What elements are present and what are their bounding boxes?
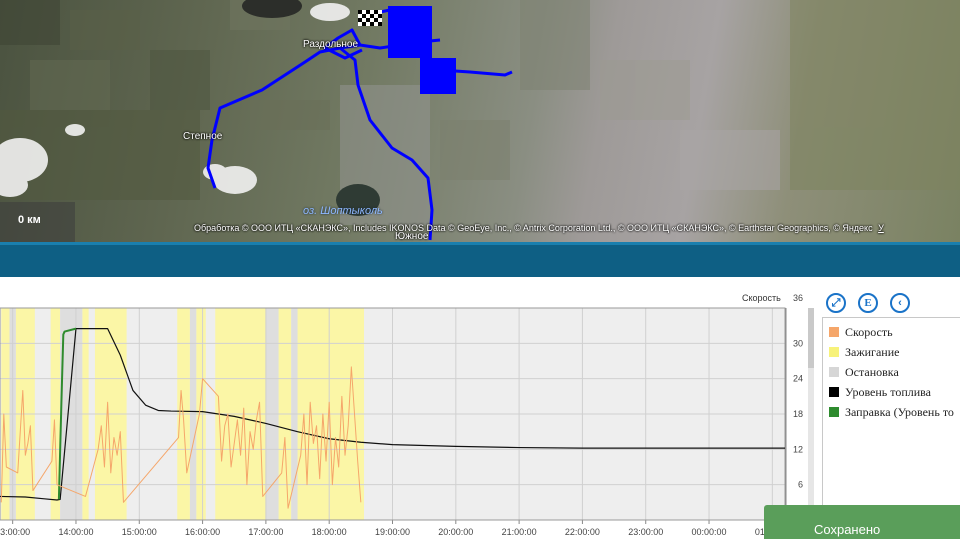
x-tick-label: 00:00:00 [692, 527, 727, 537]
attribution-link[interactable]: У [878, 223, 884, 233]
legend-swatch [829, 387, 839, 397]
legend-swatch [829, 407, 839, 417]
y-tick-label: 18 [793, 409, 803, 419]
x-tick-label: 20:00:00 [438, 527, 473, 537]
legend-label: Остановка [845, 364, 899, 379]
saved-toast: Сохранено [764, 505, 960, 539]
chevron-left-icon: ‹ [898, 297, 902, 309]
legend-item[interactable]: Зажигание [829, 342, 960, 362]
legend-label: Скорость [845, 324, 893, 339]
y-tick-label: 30 [793, 338, 803, 348]
finish-flag-icon[interactable] [358, 10, 382, 26]
field-patches [0, 0, 960, 225]
place-label-razdolnoe: Раздольное [303, 39, 359, 50]
y-tick-label: 24 [793, 374, 803, 384]
legend-swatch [829, 327, 839, 337]
legend-item[interactable]: Остановка [829, 362, 960, 382]
x-tick-label: 19:00:00 [375, 527, 410, 537]
speed-axis-title: Скорость [742, 293, 781, 303]
map-attribution: Обработка © ООО ИТЦ «СКАНЭКС», Includes … [194, 223, 884, 233]
attribution-text: Обработка © ООО ИТЦ «СКАНЭКС», Includes … [194, 223, 873, 233]
lake-label: оз. Шоптыколь [303, 205, 383, 217]
back-button[interactable]: ‹ [890, 293, 910, 313]
expand-icon: ⤢ [831, 296, 841, 309]
app-root: Раздольное Степное Южное оз. Шоптыколь 0… [0, 0, 960, 539]
legend-item[interactable]: Уровень топлива [829, 382, 960, 402]
legend-label: Зажигание [845, 344, 900, 359]
y-tick-label: 6 [798, 480, 803, 490]
legend-item[interactable]: Заправка (Уровень то [829, 402, 960, 422]
y-tick-label: 36 [793, 293, 803, 303]
chart-canvas[interactable]: 13:00:00 14:00:00 15:00:00 16:00:00 17:00:00… [0, 277, 960, 539]
route-dense-area[interactable] [388, 6, 456, 94]
place-label-stepnoe: Степное [183, 131, 223, 142]
x-tick-label: 13:00:00 [0, 527, 30, 537]
chart-scrollbar-thumb[interactable] [808, 308, 814, 368]
x-tick-label: 15:00:00 [122, 527, 157, 537]
legend-swatch [829, 367, 839, 377]
chart-legend: Скорость Зажигание Остановка Уровень топлив… [822, 317, 960, 517]
chart-panel: 13:00:00 14:00:00 15:00:00 16:00:00 17:00:00… [0, 277, 960, 539]
satellite-map[interactable]: Раздольное Степное Южное оз. Шоптыколь 0… [0, 0, 960, 242]
y-tick-label: 12 [793, 444, 803, 454]
x-tick-label: 21:00:00 [502, 527, 537, 537]
legend-item[interactable]: Скорость [829, 322, 960, 342]
x-tick-label: 23:00:00 [628, 527, 663, 537]
x-tick-label: 16:00:00 [185, 527, 220, 537]
panel-splitter[interactable] [0, 242, 960, 277]
map-canvas[interactable] [0, 0, 960, 242]
legend-label: Уровень топлива [845, 384, 932, 399]
map-scale-label: 0 км [18, 214, 41, 226]
legend-swatch [829, 347, 839, 357]
x-tick-label: 14:00:00 [58, 527, 93, 537]
x-tick-label: 17:00:00 [248, 527, 283, 537]
x-tick-label: 18:00:00 [312, 527, 347, 537]
legend-toggle-button[interactable]: E [858, 293, 878, 313]
x-tick-label: 22:00:00 [565, 527, 600, 537]
zoom-button[interactable]: ⤢ [826, 293, 846, 313]
legend-icon: E [864, 297, 872, 309]
legend-label: Заправка (Уровень то [845, 404, 954, 419]
